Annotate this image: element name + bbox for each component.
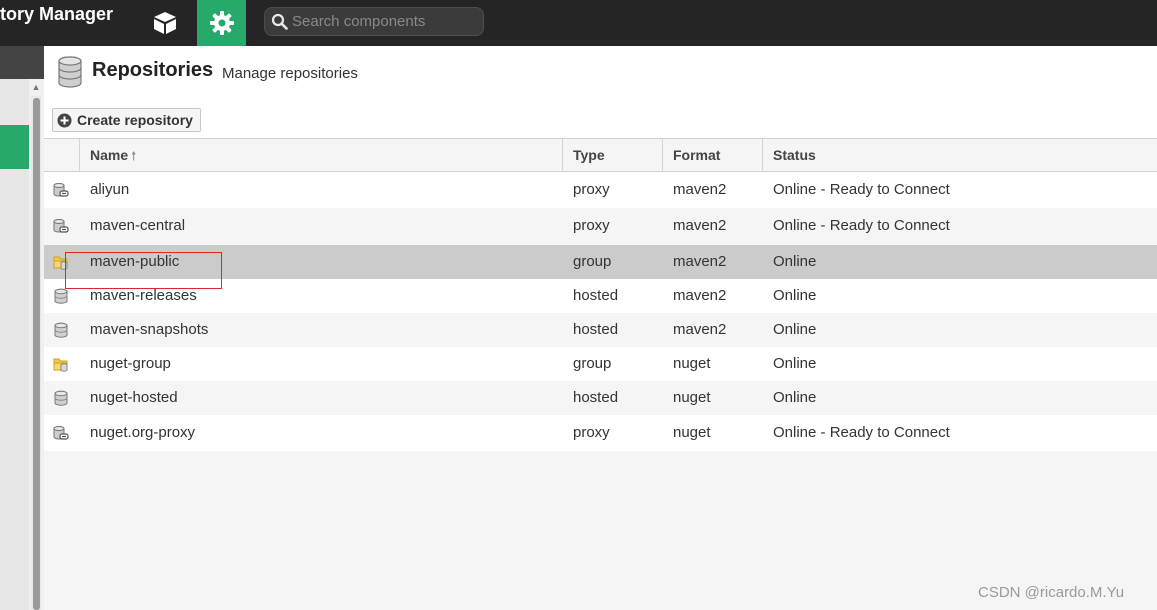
grid-header: Name 🠕 Type Format Status <box>44 138 1157 172</box>
cell-name: maven-snapshots <box>90 321 209 338</box>
scroll-up-arrow-icon[interactable]: ▲ <box>31 82 41 92</box>
header-name[interactable]: Name 🠕 <box>80 139 563 172</box>
hosted-repository-icon <box>54 288 68 304</box>
proxy-repository-icon <box>53 219 69 233</box>
cell-status: Online - Ready to Connect <box>773 181 950 198</box>
cell-type: hosted <box>573 287 619 304</box>
plus-circle-icon <box>57 113 72 127</box>
cell-type: hosted <box>573 321 619 338</box>
gear-icon <box>209 11 234 35</box>
group-repository-icon <box>53 256 68 270</box>
cell-name: nuget.org-proxy <box>90 424 196 441</box>
cell-status: Online - Ready to Connect <box>773 424 950 441</box>
top-bar: tory Manager <box>0 0 1157 46</box>
header-type-label: Type <box>573 147 605 163</box>
table-row[interactable]: maven-releases hosted maven2 Online <box>44 279 1157 313</box>
cell-type: group <box>573 355 612 372</box>
main-panel: Repositories Manage repositories Create … <box>44 46 1157 610</box>
page-title: Repositories <box>92 59 214 81</box>
table-row[interactable]: maven-central proxy maven2 Online - Ready t… <box>44 208 1157 245</box>
watermark: CSDN @ricardo.M.Yu <box>978 584 1125 601</box>
scrollbar-thumb[interactable] <box>33 98 40 610</box>
search-input[interactable] <box>292 11 478 32</box>
toolbar: Create repository <box>44 100 1157 138</box>
page-header: Repositories Manage repositories <box>44 46 1157 100</box>
repositories-grid: Name 🠕 Type Format Status aliyun proxy mave… <box>44 138 1157 451</box>
proxy-repository-icon <box>53 426 69 440</box>
cell-format: nuget <box>673 355 711 372</box>
header-format-label: Format <box>673 147 721 163</box>
table-row[interactable]: nuget.org-proxy proxy nuget Online - Ready … <box>44 415 1157 451</box>
cell-format: nuget <box>673 424 711 441</box>
search-icon <box>271 13 288 30</box>
cell-status: Online <box>773 389 817 406</box>
create-repository-label: Create repository <box>77 112 193 128</box>
cell-type: proxy <box>573 217 610 234</box>
table-row[interactable]: nuget-hosted hosted nuget Online <box>44 381 1157 415</box>
cell-status: Online <box>773 287 817 304</box>
proxy-repository-icon <box>53 183 69 197</box>
sort-ascending-icon: 🠕 <box>131 149 137 163</box>
header-name-label: Name <box>90 147 129 163</box>
database-icon <box>58 56 82 88</box>
cell-type: proxy <box>573 424 610 441</box>
cell-name: nuget-group <box>90 355 171 372</box>
search-box[interactable] <box>264 7 484 36</box>
header-icon-column <box>44 139 80 172</box>
grid-body: aliyun proxy maven2 Online - Ready to Conne… <box>44 172 1157 451</box>
table-row[interactable]: aliyun proxy maven2 Online - Ready to Conne… <box>44 172 1157 208</box>
cell-name: maven-public <box>90 253 180 270</box>
header-format[interactable]: Format <box>663 139 763 172</box>
create-repository-button[interactable]: Create repository <box>52 108 201 132</box>
cell-status: Online <box>773 321 817 338</box>
nav-item-repositories[interactable] <box>0 125 29 169</box>
cell-name: maven-central <box>90 217 186 234</box>
administration-button[interactable] <box>197 0 246 46</box>
header-status-label: Status <box>773 147 816 163</box>
cell-format: maven2 <box>673 181 727 198</box>
page-subtitle: Manage repositories <box>222 65 358 82</box>
header-type[interactable]: Type <box>563 139 663 172</box>
table-row[interactable]: nuget-group group nuget Online <box>44 347 1157 381</box>
cell-type: hosted <box>573 389 619 406</box>
cell-status: Online <box>773 355 817 372</box>
group-repository-icon <box>53 358 68 372</box>
cell-type: proxy <box>573 181 610 198</box>
header-status[interactable]: Status <box>763 139 1157 172</box>
table-row[interactable]: maven-snapshots hosted maven2 Online <box>44 313 1157 347</box>
nav-header <box>0 46 44 79</box>
cell-name: maven-releases <box>90 287 197 304</box>
table-row[interactable]: maven-public group maven2 Online <box>44 245 1157 279</box>
cell-status: Online - Ready to Connect <box>773 217 950 234</box>
cell-format: maven2 <box>673 321 727 338</box>
cell-format: maven2 <box>673 217 727 234</box>
cube-icon <box>154 12 176 34</box>
hosted-repository-icon <box>54 322 68 338</box>
cell-format: nuget <box>673 389 711 406</box>
cell-format: maven2 <box>673 253 727 270</box>
browse-button[interactable] <box>146 0 184 46</box>
cell-format: maven2 <box>673 287 727 304</box>
hosted-repository-icon <box>54 390 68 406</box>
app-title: tory Manager <box>0 4 114 24</box>
left-navigation: ▲ <box>0 46 44 610</box>
cell-name: aliyun <box>90 181 130 198</box>
cell-status: Online <box>773 253 817 270</box>
cell-name: nuget-hosted <box>90 389 178 406</box>
cell-type: group <box>573 253 612 270</box>
